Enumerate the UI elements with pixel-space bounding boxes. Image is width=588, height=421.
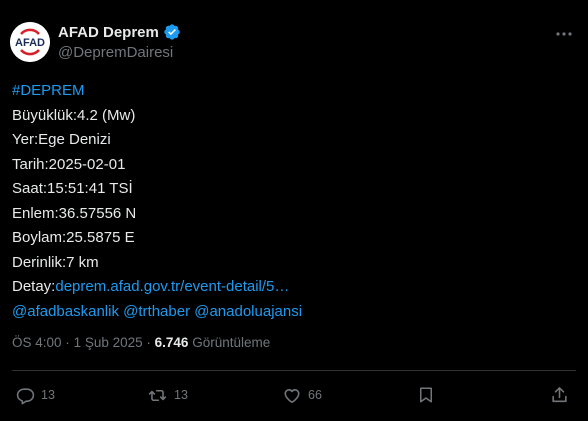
- detail-link[interactable]: deprem.afad.gov.tr/event-detail/5…: [55, 278, 289, 295]
- author-name-row: AFAD Deprem: [58, 23, 181, 41]
- more-dots-icon[interactable]: [554, 26, 574, 42]
- tweet-meta: ÖS 4:00 · 1 Şub 2025 · 6.746 Görüntüleme: [12, 335, 270, 350]
- tweet-text: #DEPREM Büyüklük:4.2 (Mw) Yer:Ege Denizi…: [12, 79, 572, 324]
- like-button[interactable]: 66: [282, 382, 322, 408]
- reply-count: 13: [41, 388, 55, 402]
- author-display-name[interactable]: AFAD Deprem: [58, 24, 159, 41]
- like-count: 66: [308, 388, 322, 402]
- reply-bubble-icon: [16, 386, 35, 405]
- tweet-line-depth: Derinlik:7 km: [12, 253, 99, 271]
- reply-button[interactable]: 13: [16, 382, 55, 408]
- retweet-count: 13: [174, 388, 188, 402]
- mentions-line: @afadbaskanlik @trthaber @anadoluajansi: [12, 300, 572, 325]
- afad-logo-icon: AFAD: [10, 22, 50, 62]
- tweet-card: AFAD AFAD Deprem @DepremDairesi #DEPREM …: [0, 0, 588, 421]
- heart-icon: [282, 386, 302, 405]
- author-handle[interactable]: @DepremDairesi: [58, 44, 173, 61]
- tweet-date[interactable]: 1 Şub 2025: [74, 335, 143, 350]
- tweet-line-location: Yer:Ege Denizi: [12, 131, 111, 148]
- tweet-line-detail: Detay:deprem.afad.gov.tr/event-detail/5…: [12, 275, 572, 300]
- share-button[interactable]: [550, 382, 569, 408]
- tweet-line-latitude: Enlem:36.57556 N: [12, 204, 137, 222]
- divider: [12, 370, 576, 371]
- mention-anadoluajansi[interactable]: @anadoluajansi: [194, 303, 302, 320]
- verified-badge-icon: [163, 23, 181, 41]
- retweet-button[interactable]: 13: [147, 382, 188, 408]
- detail-label: Detay:: [12, 278, 56, 295]
- bookmark-button[interactable]: [417, 382, 435, 408]
- svg-text:AFAD: AFAD: [15, 37, 45, 49]
- views-label: Görüntüleme: [192, 335, 271, 350]
- tweet-line-time: Saat:15:51:41 TSİ: [12, 180, 133, 197]
- meta-separator-2: ·: [146, 335, 151, 350]
- tweet-time[interactable]: ÖS 4:00: [12, 335, 62, 350]
- retweet-arrows-icon: [147, 386, 168, 405]
- action-bar: 13 13 66: [14, 382, 574, 408]
- share-upload-icon: [550, 385, 569, 405]
- tweet-line-date: Tarih:2025-02-01: [12, 155, 126, 173]
- bookmark-icon: [417, 385, 435, 405]
- tweet-line-magnitude: Büyüklük:4.2 (Mw): [12, 106, 136, 124]
- mention-trthaber[interactable]: @trthaber: [123, 303, 190, 320]
- views-count: 6.746: [154, 335, 189, 350]
- meta-separator: ·: [65, 335, 70, 350]
- avatar[interactable]: AFAD: [10, 22, 50, 62]
- mention-afadbaskanlik[interactable]: @afadbaskanlik: [12, 303, 119, 320]
- tweet-line-longitude: Boylam:25.5875 E: [12, 229, 135, 246]
- hashtag-link[interactable]: #DEPREM: [12, 79, 572, 104]
